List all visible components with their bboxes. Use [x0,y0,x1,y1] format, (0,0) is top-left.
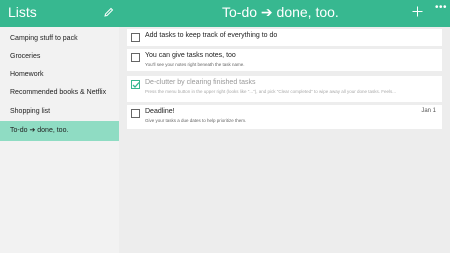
task-checkbox[interactable] [131,33,140,42]
task-row[interactable]: You can give tasks notes, too You'll see… [127,49,442,71]
sidebar-item-camping[interactable]: Camping stuff to pack [0,29,119,49]
task-title: Add tasks to keep track of everything to… [145,32,278,39]
task-row[interactable]: Deadline! Jan 1 Give your tasks a due da… [127,105,442,129]
task-row[interactable]: De-clutter by clearing finished tasks Pr… [127,76,442,102]
lists-sidebar: Camping stuff to pack Groceries Homework… [0,27,119,253]
sidebar-item-homework[interactable]: Homework [0,65,119,85]
sidebar-item-recommended[interactable]: Recommended books & Netflix [0,83,119,103]
task-note: Press the menu button in the upper right… [145,89,397,94]
app-header: Lists To-do ➔ done, too. ••• [0,0,450,27]
sidebar-item-shopping[interactable]: Shopping list [0,102,119,122]
task-list: Add tasks to keep track of everything to… [119,27,450,253]
task-row[interactable]: Add tasks to keep track of everything to… [127,29,442,46]
task-note: You'll see your notes right beneath the … [145,62,245,67]
sidebar-item-groceries[interactable]: Groceries [0,47,119,67]
ellipsis-icon[interactable]: ••• [435,2,447,13]
sidebar-item-todo[interactable]: To-do ➔ done, too. [0,121,119,141]
task-checkbox[interactable] [131,53,140,62]
task-title: De-clutter by clearing finished tasks [145,79,256,86]
page-title: To-do ➔ done, too. [222,4,339,20]
pencil-icon[interactable] [103,5,114,17]
task-note: Give your tasks a due dates to help prio… [145,118,247,123]
checkmark-icon [132,82,140,88]
task-due-date: Jan 1 [421,108,436,114]
task-title: Deadline! [145,108,175,115]
plus-icon[interactable] [412,4,423,17]
task-title: You can give tasks notes, too [145,52,236,59]
task-checkbox[interactable] [131,109,140,118]
lists-title: Lists [8,4,37,20]
task-checkbox-checked[interactable] [131,80,140,89]
